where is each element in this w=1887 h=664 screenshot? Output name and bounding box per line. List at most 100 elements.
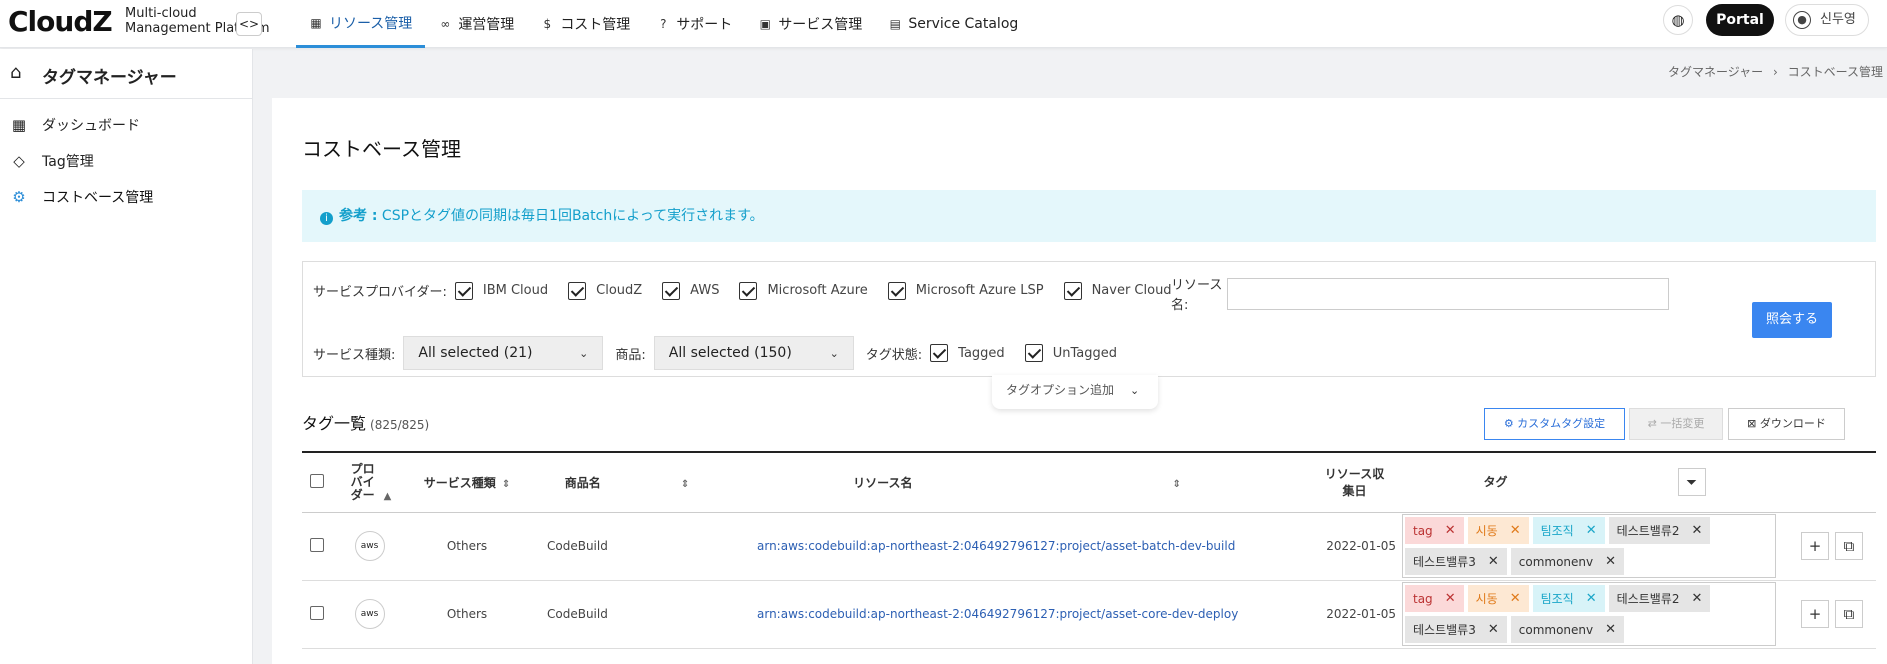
close-icon[interactable]: ✕ xyxy=(1586,523,1597,538)
tag-chip: 테스트밸류2 ✕ xyxy=(1608,585,1711,612)
row-checkbox[interactable] xyxy=(310,605,324,620)
list-count: (825/825) xyxy=(370,418,430,432)
provider-checkbox-naver[interactable]: Naver Cloud xyxy=(1063,281,1172,300)
close-icon[interactable]: ✕ xyxy=(1445,523,1456,538)
user-menu[interactable]: ● 신두영 xyxy=(1785,4,1869,36)
copy-icon[interactable]: ⧉ xyxy=(1835,600,1863,628)
tag-status-untagged[interactable]: UnTagged xyxy=(1024,344,1117,362)
product-select[interactable]: All selected (150) ⌄ xyxy=(653,336,854,370)
download-button[interactable]: ⊠ ダウンロード xyxy=(1728,408,1845,440)
close-icon[interactable]: ✕ xyxy=(1510,591,1521,606)
provider-checkbox-cloudz[interactable]: CloudZ xyxy=(568,281,643,300)
close-icon[interactable]: ✕ xyxy=(1445,591,1456,606)
plus-icon[interactable]: + xyxy=(1801,600,1829,628)
nav-label: Service Catalog xyxy=(908,16,1019,32)
col-tag-label: タグ xyxy=(1483,475,1508,490)
tag-chip: commonenv ✕ xyxy=(1510,548,1625,575)
provider-checkbox-ibm[interactable]: IBM Cloud xyxy=(454,281,548,300)
bulk-change-button[interactable]: ⇄ 一括変更 xyxy=(1629,408,1723,440)
close-icon[interactable]: ✕ xyxy=(1510,523,1521,538)
col-provider[interactable]: プロバイダー ▲ xyxy=(332,452,407,512)
close-icon[interactable]: ✕ xyxy=(1488,622,1499,637)
checkbox-label: Tagged xyxy=(958,345,1005,361)
col-service-type[interactable]: サービス種類 ⇕ xyxy=(407,452,527,512)
checkbox[interactable] xyxy=(887,281,906,300)
checkbox[interactable] xyxy=(739,281,758,300)
plus-icon[interactable]: + xyxy=(1801,532,1829,560)
nav-support[interactable]: ? サポート xyxy=(643,0,745,48)
checkbox[interactable] xyxy=(662,281,681,300)
tag-option-toggle[interactable]: タグオプション追加 ⌄ xyxy=(992,375,1158,409)
select-all-checkbox[interactable] xyxy=(310,473,324,488)
main-nav: ▦ リソース管理 ∞ 運営管理 $ コスト管理 ? サポート ▣ サービス管理 ▤ Serv… xyxy=(296,0,1031,48)
row-checkbox[interactable] xyxy=(310,537,324,552)
checkbox[interactable] xyxy=(1063,281,1082,300)
gear-icon: ⚙ xyxy=(1503,417,1518,430)
col-provider-label: プロバイダー xyxy=(350,461,375,502)
col-service-type-label: サービス種類 xyxy=(423,475,496,490)
col-collected-label-1: リソース収 xyxy=(1324,467,1385,482)
provider-checkbox-azure[interactable]: Microsoft Azure xyxy=(739,281,868,300)
filter-icon[interactable]: ⏷ xyxy=(1677,468,1706,497)
close-icon[interactable]: ✕ xyxy=(1691,523,1702,538)
notice-text: CSPとタグ値の同期は毎日1回Batchによって実行されます。 xyxy=(377,208,764,224)
close-icon[interactable]: ✕ xyxy=(1605,622,1616,637)
col-resource[interactable]: リソース名 ⇕ xyxy=(727,452,1307,512)
checkbox-label: Naver Cloud xyxy=(1091,283,1172,298)
nav-resource[interactable]: ▦ リソース管理 xyxy=(296,0,426,48)
resource-cell: arn:aws:codebuild:ap-northeast-2:0464927… xyxy=(727,512,1307,581)
select-all-cell xyxy=(302,452,332,512)
breadcrumb-parent[interactable]: タグマネージャー xyxy=(1668,65,1763,79)
nav-service[interactable]: ▣ サービス管理 xyxy=(745,0,875,48)
tag-chip: 테스트밸류3 ✕ xyxy=(1405,548,1507,575)
sidebar-header: ⌂ タグマネージャー xyxy=(0,49,252,99)
copy-icon[interactable]: ⧉ xyxy=(1835,532,1863,560)
sidebar-toggle-button[interactable]: <> xyxy=(236,12,262,36)
resource-name-label-line1: リソース xyxy=(1171,278,1223,293)
sidebar-item-tag[interactable]: ◇ Tag管理 xyxy=(0,143,252,179)
checkbox[interactable] xyxy=(1024,344,1043,362)
close-icon[interactable]: ✕ xyxy=(1488,554,1499,569)
col-actions xyxy=(1787,452,1876,512)
resource-link[interactable]: arn:aws:codebuild:ap-northeast-2:0464927… xyxy=(757,607,1238,621)
provider-checkbox-aws[interactable]: AWS xyxy=(662,281,719,300)
checkbox[interactable] xyxy=(454,281,473,300)
sidebar-item-cost-base[interactable]: ⚙ コストベース管理 xyxy=(0,179,252,215)
provider-checkbox-azure-lsp[interactable]: Microsoft Azure LSP xyxy=(887,281,1044,300)
close-icon[interactable]: ✕ xyxy=(1691,591,1702,606)
checkbox[interactable] xyxy=(568,281,587,300)
grid-add-icon: ▣ xyxy=(759,17,771,31)
resource-link[interactable]: arn:aws:codebuild:ap-northeast-2:0464927… xyxy=(757,539,1235,553)
sidebar-item-dashboard[interactable]: ▦ ダッシュボード xyxy=(0,107,252,143)
col-product[interactable]: 商品名 ⇕ xyxy=(527,452,727,512)
tag-list: tag ✕ 시동 ✕ 팀조직 ✕ 테스트밸류2 ✕ 테스트밸류3 ✕ commonenv ✕ xyxy=(1402,582,1776,646)
checkbox[interactable] xyxy=(930,344,949,362)
tags-cell: tag ✕ 시동 ✕ 팀조직 ✕ 테스트밸류2 ✕ 테스트밸류3 ✕ commonenv ✕ xyxy=(1402,580,1787,649)
breadcrumb: タグマネージャー › コストベース管理 xyxy=(1668,63,1883,80)
actions-cell: + ⧉ xyxy=(1787,580,1876,649)
resource-name-input[interactable] xyxy=(1227,278,1669,310)
user-name: 신두영 xyxy=(1820,12,1856,27)
globe-icon[interactable]: ◍ xyxy=(1663,5,1693,35)
excel-icon: ⊠ xyxy=(1747,417,1760,430)
logo[interactable]: CloudZ xyxy=(8,5,113,38)
checkbox-label: CloudZ xyxy=(596,283,643,298)
portal-button[interactable]: Portal xyxy=(1706,4,1774,36)
link-icon: ∞ xyxy=(440,17,451,31)
product-cell: CodeBuild xyxy=(527,580,727,649)
tag-chip-label: 테스트밸류3 xyxy=(1413,555,1476,569)
nav-cost[interactable]: $ コスト管理 xyxy=(527,0,643,48)
search-button[interactable]: 照会する xyxy=(1752,302,1832,338)
nav-operation[interactable]: ∞ 運営管理 xyxy=(425,0,527,48)
checkbox-label: UnTagged xyxy=(1052,345,1117,361)
custom-tag-button[interactable]: ⚙ カスタムタグ設定 xyxy=(1484,408,1625,440)
checkbox-label: Microsoft Azure xyxy=(767,283,868,298)
col-collected-date[interactable]: リソース収 集日 xyxy=(1307,452,1402,512)
nav-catalog[interactable]: ▤ Service Catalog xyxy=(875,0,1031,48)
service-type-select[interactable]: All selected (21) ⌄ xyxy=(403,336,604,370)
tag-chip-label: 팀조직 xyxy=(1540,592,1574,606)
close-icon[interactable]: ✕ xyxy=(1605,554,1616,569)
tag-status-tagged[interactable]: Tagged xyxy=(930,344,1005,362)
resource-name-label: リソース 名: xyxy=(1171,276,1222,316)
close-icon[interactable]: ✕ xyxy=(1586,591,1597,606)
